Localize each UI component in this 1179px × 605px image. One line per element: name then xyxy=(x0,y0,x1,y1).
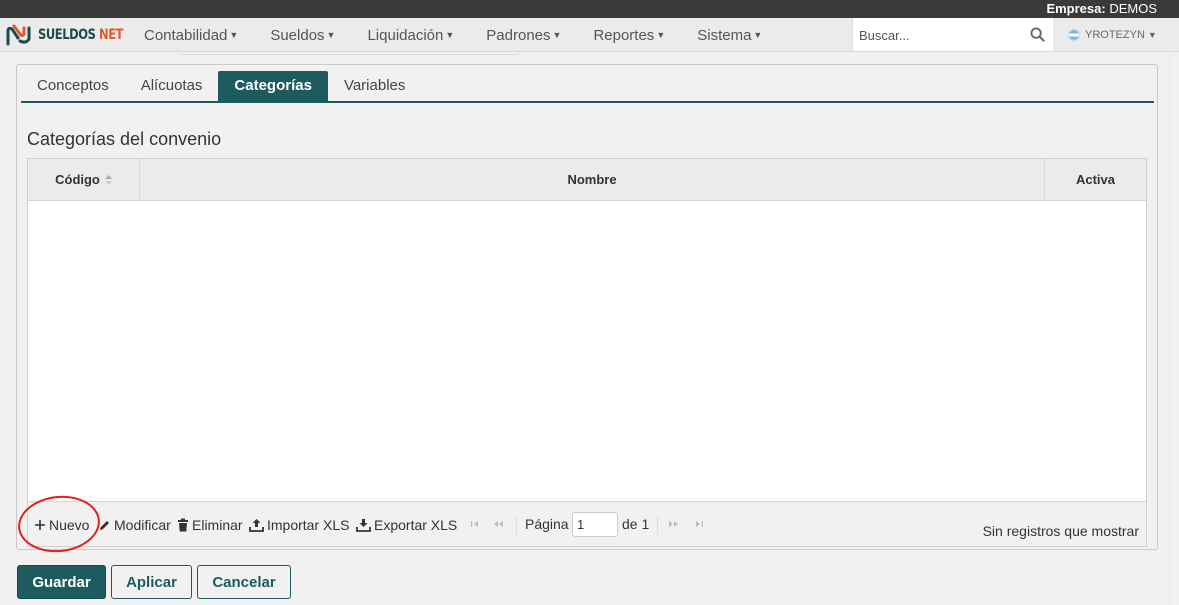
importar-xls-button[interactable]: Importar XLS xyxy=(249,515,349,535)
page-number-input[interactable] xyxy=(572,512,618,537)
column-header-codigo[interactable]: Código xyxy=(28,159,140,201)
brand-logo[interactable]: SUELDOS NET xyxy=(6,24,142,46)
brand-name-part1: SUELDOS xyxy=(38,27,96,43)
page-count: de 1 xyxy=(622,516,650,532)
tab-categorias[interactable]: Categorías xyxy=(218,71,328,101)
caret-down-icon: ▼ xyxy=(552,30,562,40)
caret-down-icon: ▼ xyxy=(1147,30,1157,40)
menu-contabilidad[interactable]: Contabilidad ▼ xyxy=(128,18,254,52)
dropdown-remnant xyxy=(178,52,520,55)
cancelar-button[interactable]: Cancelar xyxy=(197,565,291,599)
sort-icon xyxy=(104,175,112,185)
eliminar-label: Eliminar xyxy=(192,517,243,533)
page-scrollbar[interactable] xyxy=(1169,52,1179,605)
categories-grid: Código Nombre Activa Nuevo Modificar Eli… xyxy=(27,158,1147,547)
menu-label: Sueldos xyxy=(270,27,325,44)
column-header-activa[interactable]: Activa xyxy=(1045,159,1146,201)
flag-icon xyxy=(1068,29,1080,41)
menu-reportes[interactable]: Reportes ▼ xyxy=(577,18,681,52)
tab-conceptos[interactable]: Conceptos xyxy=(21,71,125,101)
company-indicator: Empresa: DEMOS xyxy=(1046,1,1157,16)
exportar-label: Exportar XLS xyxy=(374,517,458,533)
search-input[interactable] xyxy=(859,25,1024,45)
upload-icon xyxy=(249,519,264,532)
pager-separator xyxy=(516,517,517,535)
menu-label: Sistema xyxy=(697,27,752,44)
top-bar: Empresa: DEMOS xyxy=(0,0,1179,18)
caret-down-icon: ▼ xyxy=(445,30,455,40)
caret-down-icon: ▼ xyxy=(326,30,336,40)
column-header-nombre[interactable]: Nombre xyxy=(140,159,1045,201)
grid-pager: Nuevo Modificar Eliminar Importar XLS Ex… xyxy=(28,501,1146,546)
menu-sistema[interactable]: Sistema ▼ xyxy=(681,18,778,52)
main-menu: Contabilidad ▼ Sueldos ▼ Liquidación ▼ Padr… xyxy=(128,18,778,52)
menu-label: Reportes xyxy=(593,27,655,44)
importar-label: Importar XLS xyxy=(267,517,350,533)
tab-bar: Conceptos Alícuotas Categorías Variables xyxy=(21,71,1154,103)
pager-separator xyxy=(657,517,658,535)
aplicar-button[interactable]: Aplicar xyxy=(111,565,192,599)
first-page-icon[interactable] xyxy=(470,519,482,529)
menu-label: Liquidación xyxy=(367,27,444,44)
nuevo-button[interactable]: Nuevo xyxy=(34,515,89,535)
menu-label: Contabilidad xyxy=(144,27,228,44)
search-icon[interactable] xyxy=(1030,27,1045,42)
main-panel: Conceptos Alícuotas Categorías Variables… xyxy=(16,64,1158,550)
company-label: Empresa: xyxy=(1046,1,1106,16)
exportar-xls-button[interactable]: Exportar XLS xyxy=(356,515,457,535)
last-page-icon[interactable] xyxy=(692,519,704,529)
tab-variables[interactable]: Variables xyxy=(328,71,421,101)
nuevo-label: Nuevo xyxy=(49,517,90,533)
brand-name-part2: NET xyxy=(95,27,124,43)
search-box xyxy=(852,18,1053,51)
eliminar-button[interactable]: Eliminar xyxy=(177,515,243,535)
plus-icon xyxy=(35,520,45,530)
menu-padrones[interactable]: Padrones ▼ xyxy=(470,18,577,52)
modificar-label: Modificar xyxy=(114,517,171,533)
menu-label: Padrones xyxy=(486,27,551,44)
user-name: YROTEZYN xyxy=(1085,29,1145,41)
brand-name: SUELDOS NET xyxy=(38,27,123,43)
menu-liquidacion[interactable]: Liquidación ▼ xyxy=(351,18,470,52)
next-page-icon[interactable] xyxy=(668,519,680,529)
section-title: Categorías del convenio xyxy=(27,129,222,149)
tab-alicuotas[interactable]: Alícuotas xyxy=(125,71,219,101)
prev-page-icon[interactable] xyxy=(492,519,504,529)
no-records-message: Sin registros que mostrar xyxy=(982,523,1139,539)
download-icon xyxy=(356,519,371,532)
company-name: DEMOS xyxy=(1109,1,1157,16)
grid-header: Código Nombre Activa xyxy=(28,159,1146,201)
trash-icon xyxy=(178,518,188,532)
guardar-button[interactable]: Guardar xyxy=(17,565,106,599)
menu-sueldos[interactable]: Sueldos ▼ xyxy=(254,18,351,52)
caret-down-icon: ▼ xyxy=(229,30,239,40)
caret-down-icon: ▼ xyxy=(656,30,666,40)
logo-mark-icon xyxy=(6,24,31,46)
modificar-button[interactable]: Modificar xyxy=(98,515,171,535)
user-menu[interactable]: YROTEZYN ▼ xyxy=(1068,18,1157,52)
pencil-icon xyxy=(100,520,109,530)
main-navbar: SUELDOS NET Contabilidad ▼ Sueldos ▼ Liqui… xyxy=(0,18,1179,52)
caret-down-icon: ▼ xyxy=(753,30,763,40)
column-label: Código xyxy=(55,172,100,187)
page-label: Página xyxy=(525,516,569,532)
